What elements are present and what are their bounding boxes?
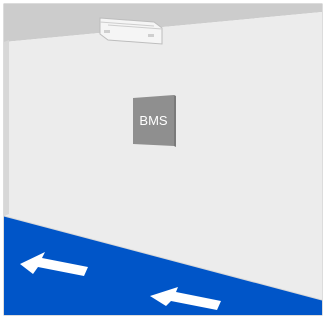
room-diagram: BMS: [0, 0, 327, 319]
room-svg: [3, 3, 323, 316]
ceiling-unit-icon: [99, 17, 163, 45]
left-wall-edge: [4, 40, 9, 216]
bms-panel: [133, 95, 176, 147]
